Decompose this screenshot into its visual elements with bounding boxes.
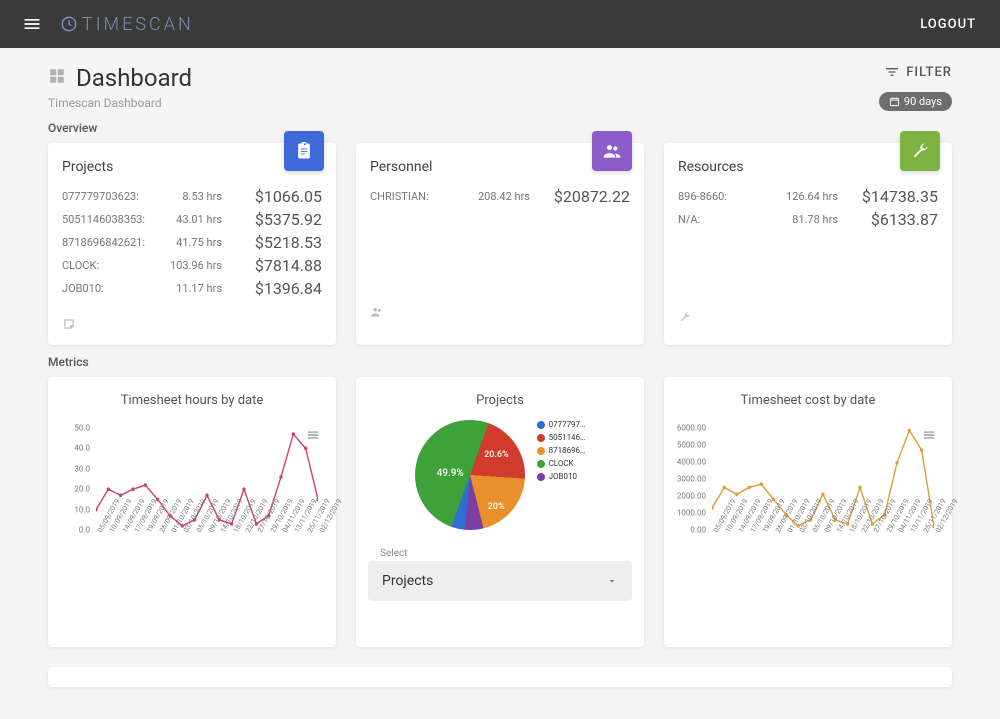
stat-label: N/A: — [678, 213, 778, 226]
projects-pie-card: Projects 49.9%20.6%20% 0777797… 5051146… 8… — [356, 377, 644, 647]
stat-row: CLOCK:103.96 hrs$7814.88 — [62, 256, 322, 275]
page-subtitle: Timescan Dashboard — [48, 96, 192, 110]
stat-cost: $14738.35 — [838, 187, 938, 206]
pie-select[interactable]: Projects — [368, 561, 632, 601]
stat-hours: 43.01 hrs — [162, 213, 222, 226]
legend-item: CLOCK — [537, 459, 586, 468]
hamburger-icon — [22, 14, 42, 34]
projects-pie-title: Projects — [368, 393, 632, 408]
stat-cost: $20872.22 — [530, 187, 630, 206]
projects-pie-chart: 49.9%20.6%20% — [415, 420, 525, 530]
personnel-card-footer[interactable] — [370, 296, 630, 323]
hours-chart-title: Timesheet hours by date — [60, 393, 324, 408]
stat-cost: $6133.87 — [838, 210, 938, 229]
logout-button[interactable]: LOGOUT — [908, 9, 988, 40]
resources-card-icon — [900, 131, 940, 171]
stat-hours: 126.64 hrs — [778, 190, 838, 203]
resources-rows: 896-8660:126.64 hrs$14738.35 N/A:81.78 hr… — [678, 187, 938, 229]
filter-label: FILTER — [906, 65, 952, 80]
chevron-down-icon — [606, 575, 618, 587]
legend-item: 8718696… — [537, 446, 586, 455]
wrench-icon — [910, 141, 930, 161]
stat-label: 896-8660: — [678, 190, 778, 203]
stat-hours: 208.42 hrs — [470, 190, 530, 203]
projects-rows: 077779703623:8.53 hrs$1066.05 50511460383… — [62, 187, 322, 298]
filter-button[interactable]: FILTER — [884, 64, 952, 80]
personnel-card: Personnel CHRISTIAN:208.42 hrs$20872.22 — [356, 143, 644, 345]
days-badge[interactable]: 90 days — [879, 92, 952, 111]
hours-chart-card: Timesheet hours by date 50.040.030.020.0… — [48, 377, 336, 647]
stat-label: 5051146038353: — [62, 213, 162, 226]
stat-cost: $7814.88 — [222, 256, 322, 275]
stat-cost: $1066.05 — [222, 187, 322, 206]
brand-logo: TIMESCAN — [60, 14, 194, 35]
stat-cost: $5375.92 — [222, 210, 322, 229]
personnel-card-title: Personnel — [370, 159, 630, 175]
personnel-rows: CHRISTIAN:208.42 hrs$20872.22 — [370, 187, 630, 206]
clipboard-icon — [294, 141, 314, 161]
stat-label: 077779703623: — [62, 190, 162, 203]
calendar-icon — [889, 96, 900, 107]
menu-button[interactable] — [12, 4, 52, 44]
legend-item: 5051146… — [537, 433, 586, 442]
resources-card-footer[interactable] — [678, 301, 938, 328]
brand-text: TIMESCAN — [82, 14, 194, 35]
wrench-small-icon — [678, 310, 692, 324]
clock-icon — [60, 15, 78, 33]
projects-card: Projects 077779703623:8.53 hrs$1066.05 50… — [48, 143, 336, 345]
metrics-label: Metrics — [48, 355, 952, 369]
note-icon — [62, 317, 76, 331]
stat-hours: 103.96 hrs — [162, 259, 222, 272]
stat-hours: 81.78 hrs — [778, 213, 838, 226]
stat-cost: $5218.53 — [222, 233, 322, 252]
days-badge-text: 90 days — [904, 95, 942, 108]
cost-chart-title: Timesheet cost by date — [676, 393, 940, 408]
stat-cost: $1396.84 — [222, 279, 322, 298]
resources-card-title: Resources — [678, 159, 938, 175]
stat-hours: 11.17 hrs — [162, 282, 222, 295]
projects-card-footer[interactable] — [62, 308, 322, 335]
dashboard-icon — [48, 67, 66, 89]
projects-pie-legend: 0777797… 5051146… 8718696… CLOCK JOB010 — [537, 420, 586, 485]
stat-hours: 41.75 hrs — [162, 236, 222, 249]
projects-card-title: Projects — [62, 159, 322, 175]
stat-row: 077779703623:8.53 hrs$1066.05 — [62, 187, 322, 206]
pie-select-label: Select — [380, 548, 632, 559]
legend-item: 0777797… — [537, 420, 586, 429]
stat-row: 8718696842621:41.75 hrs$5218.53 — [62, 233, 322, 252]
stat-row: 5051146038353:43.01 hrs$5375.92 — [62, 210, 322, 229]
filter-icon — [884, 64, 900, 80]
personnel-card-icon — [592, 131, 632, 171]
topbar: TIMESCAN LOGOUT — [0, 0, 1000, 48]
cost-chart: 6000.005000.004000.003000.002000.001000.… — [676, 428, 940, 548]
stat-label: CLOCK: — [62, 259, 162, 272]
people-icon — [602, 141, 622, 161]
projects-card-icon — [284, 131, 324, 171]
page-title: Dashboard — [76, 64, 192, 92]
people-small-icon — [370, 305, 384, 319]
stat-label: JOB010: — [62, 282, 162, 295]
stat-row: 896-8660:126.64 hrs$14738.35 — [678, 187, 938, 206]
resources-card: Resources 896-8660:126.64 hrs$14738.35 N/… — [664, 143, 952, 345]
cost-chart-card: Timesheet cost by date 6000.005000.00400… — [664, 377, 952, 647]
legend-item: JOB010 — [537, 472, 586, 481]
pie-select-value: Projects — [382, 573, 606, 589]
stat-label: 8718696842621: — [62, 236, 162, 249]
stat-row: N/A:81.78 hrs$6133.87 — [678, 210, 938, 229]
extra-card — [48, 667, 952, 687]
overview-label: Overview — [48, 121, 952, 135]
stat-hours: 8.53 hrs — [162, 190, 222, 203]
stat-row: CHRISTIAN:208.42 hrs$20872.22 — [370, 187, 630, 206]
stat-row: JOB010:11.17 hrs$1396.84 — [62, 279, 322, 298]
stat-label: CHRISTIAN: — [370, 190, 470, 203]
hours-chart: 50.040.030.020.010.00.0 05/09/201910/09/… — [60, 428, 324, 548]
